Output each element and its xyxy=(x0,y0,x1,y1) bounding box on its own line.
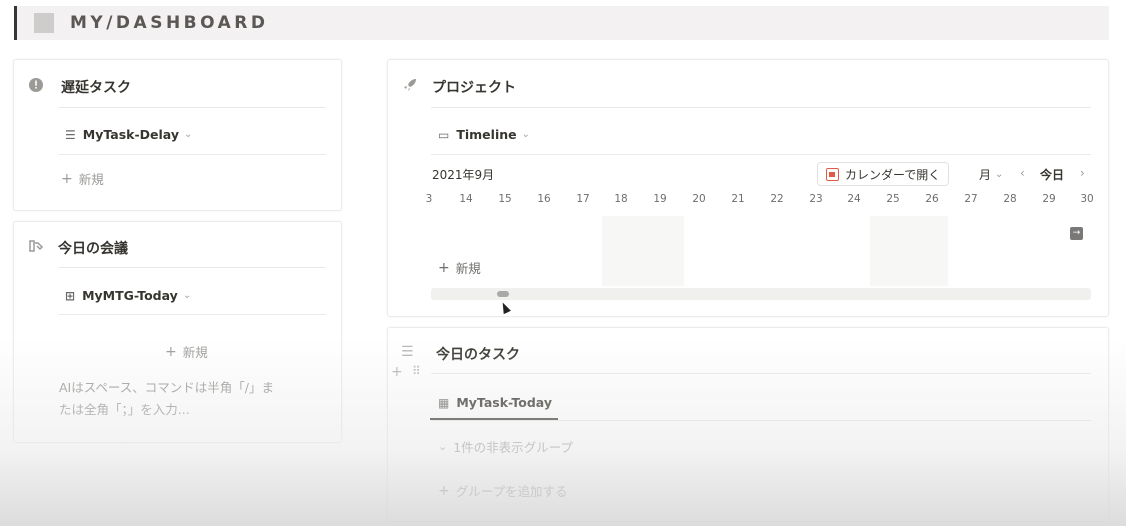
clock-alert-icon xyxy=(28,77,44,97)
table-icon: ▦ xyxy=(438,395,450,410)
delay-task-heading: 遅延タスク xyxy=(28,77,131,97)
delay-view-tab[interactable]: ☰ MyTask-Delay ⌄ xyxy=(65,127,192,142)
chevron-down-icon: ⌄ xyxy=(183,129,193,140)
timeline-view-tab[interactable]: ▭ Timeline ⌄ xyxy=(438,127,530,142)
project-new-button[interactable]: + 新規 xyxy=(438,258,481,277)
gallery-icon: ⊞ xyxy=(65,288,76,303)
handshake-icon xyxy=(28,238,44,258)
timeline-today-label: 今日 xyxy=(1040,168,1065,182)
project-new-label: 新規 xyxy=(455,261,481,276)
project-divider xyxy=(431,107,1091,108)
timeline-day: 3 xyxy=(425,193,433,205)
timeline-scroll-thumb[interactable] xyxy=(497,291,509,297)
meeting-view-tab[interactable]: ⊞ MyMTG-Today ⌄ xyxy=(65,288,191,303)
meeting-new-label: 新規 xyxy=(182,345,208,360)
timeline-day: 14 xyxy=(459,193,473,205)
timeline-month-label: 2021年9月 xyxy=(432,168,495,182)
project-card xyxy=(387,59,1109,317)
page-title[interactable]: MY/DASHBOARD xyxy=(70,13,269,33)
timeline-day: 29 xyxy=(1042,193,1056,205)
timeline-day: 15 xyxy=(498,193,512,205)
meeting-title: 今日の会議 xyxy=(58,241,128,257)
rocket-icon xyxy=(402,77,418,97)
timeline-prev-button[interactable]: ‹ xyxy=(1020,166,1025,180)
meeting-divider xyxy=(59,267,326,268)
weekend-shade xyxy=(870,216,948,286)
timeline-icon: ▭ xyxy=(438,127,450,142)
delay-view-label: MyTask-Delay xyxy=(82,127,179,142)
today-task-divider xyxy=(431,373,1091,374)
add-group-label: グループを追加する xyxy=(455,484,568,499)
page-icon[interactable] xyxy=(34,13,54,33)
plus-icon: + xyxy=(438,482,450,499)
today-task-heading: 今日のタスク xyxy=(436,344,520,364)
delay-view-divider xyxy=(59,154,326,155)
chevron-right-icon: › xyxy=(1080,166,1085,180)
plus-icon: + xyxy=(61,170,73,187)
timeline-day: 26 xyxy=(925,193,939,205)
timeline-next-button[interactable]: › xyxy=(1080,166,1085,180)
meeting-hint-text[interactable]: AIはスペース、コマンドは半角「/」ま たは全角「；」を入力... xyxy=(59,377,329,421)
timeline-scale-select[interactable]: 月 ⌄ xyxy=(979,166,1003,183)
timeline-day: 22 xyxy=(770,193,784,205)
project-heading: プロジェクト xyxy=(402,77,516,97)
timeline-scroll-right-button[interactable]: → xyxy=(1070,227,1083,240)
timeline-day: 30 xyxy=(1080,193,1094,205)
timeline-day: 24 xyxy=(847,193,861,205)
delay-divider xyxy=(59,107,326,108)
hidden-group-label: 1件の非表示グループ xyxy=(453,440,573,455)
timeline-day: 18 xyxy=(614,193,628,205)
timeline-day-header: 3 14 15 16 17 18 19 20 21 22 23 24 25 26… xyxy=(425,193,1095,207)
timeline-day: 28 xyxy=(1003,193,1017,205)
delay-task-title: 遅延タスク xyxy=(61,80,131,96)
timeline-day: 19 xyxy=(653,193,667,205)
plus-icon: + xyxy=(438,259,450,276)
add-group-button[interactable]: + グループを追加する xyxy=(438,481,568,500)
timeline-day: 20 xyxy=(692,193,706,205)
timeline-day: 21 xyxy=(731,193,745,205)
today-task-view-divider xyxy=(431,420,1091,421)
meeting-hint-line1: AIはスペース、コマンドは半角「/」ま xyxy=(59,380,274,395)
open-calendar-label: カレンダーで開く xyxy=(845,167,941,182)
timeline-day: 17 xyxy=(576,193,590,205)
add-block-icon[interactable]: + xyxy=(391,364,403,380)
timeline-day: 27 xyxy=(964,193,978,205)
open-calendar-button[interactable]: カレンダーで開く xyxy=(817,162,950,186)
timeline-day: 23 xyxy=(809,193,823,205)
meeting-view-label: MyMTG-Today xyxy=(82,288,178,303)
timeline-day: 16 xyxy=(537,193,551,205)
today-task-title: 今日のタスク xyxy=(436,347,520,363)
chevron-down-icon: ⌄ xyxy=(438,440,448,453)
timeline-scrollbar[interactable] xyxy=(431,288,1091,300)
delay-new-button[interactable]: + 新規 xyxy=(61,169,104,188)
timeline-day: 25 xyxy=(886,193,900,205)
timeline-today-button[interactable]: 今日 xyxy=(1040,166,1064,183)
checklist-icon: ☰ xyxy=(401,344,414,360)
plus-icon: + xyxy=(165,343,177,360)
project-title: プロジェクト xyxy=(432,80,516,96)
meeting-heading: 今日の会議 xyxy=(28,238,128,258)
timeline-scale-label: 月 xyxy=(979,168,992,182)
drag-handle-icon[interactable]: ⠿ xyxy=(412,364,421,378)
chevron-left-icon: ‹ xyxy=(1020,166,1025,180)
meeting-view-divider xyxy=(59,314,326,315)
today-task-view-label: MyTask-Today xyxy=(456,395,552,410)
today-task-view-tab[interactable]: ▦ MyTask-Today xyxy=(438,395,552,410)
hidden-group-toggle[interactable]: ⌄ 1件の非表示グループ xyxy=(438,437,573,456)
delay-new-label: 新規 xyxy=(78,172,104,187)
weekend-shade xyxy=(602,216,684,286)
chevron-down-icon: ⌄ xyxy=(182,290,192,301)
page-header: MY/DASHBOARD xyxy=(14,6,1109,40)
timeline-view-label: Timeline xyxy=(456,127,517,142)
calendar-icon xyxy=(826,167,839,181)
meeting-hint-line2: たは全角「；」を入力... xyxy=(59,402,190,417)
chevron-down-icon: ⌄ xyxy=(521,129,530,140)
chevron-down-icon: ⌄ xyxy=(995,169,1004,180)
project-view-divider xyxy=(431,154,1091,155)
meeting-new-button[interactable]: + 新規 xyxy=(165,342,208,361)
list-icon: ☰ xyxy=(65,127,76,142)
